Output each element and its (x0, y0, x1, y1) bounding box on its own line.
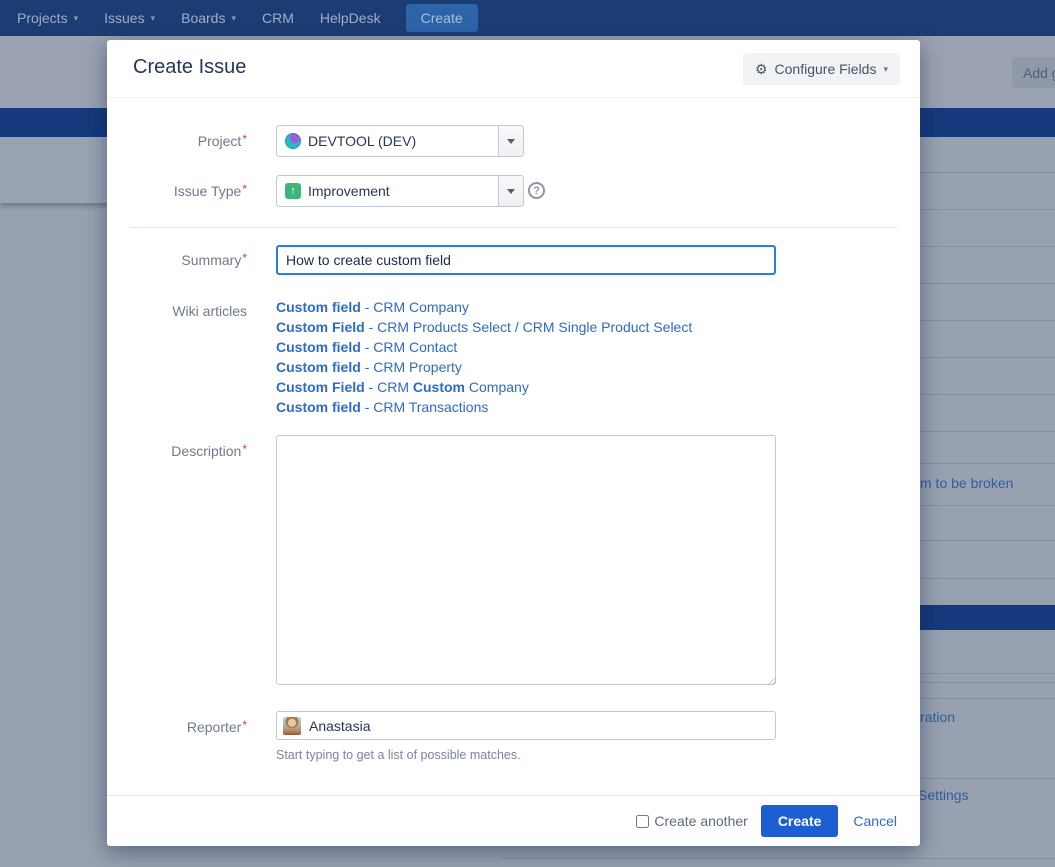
nav-items: Projects▾Issues▾Boards▾CRMHelpDesk (4, 0, 394, 36)
wiki-article-link[interactable]: Custom Field - CRM Products Select / CRM… (276, 317, 836, 337)
project-select[interactable]: DEVTOOL (DEV) (276, 125, 524, 157)
required-indicator: * (242, 718, 247, 732)
nav-item-projects[interactable]: Projects▾ (4, 0, 91, 36)
background-link-settings[interactable]: Settings (918, 787, 969, 803)
nav-item-issues[interactable]: Issues▾ (91, 0, 168, 36)
gear-icon: ⚙ (755, 61, 768, 78)
nav-create-button[interactable]: Create (406, 4, 478, 32)
background-link-configuration[interactable]: ration (920, 709, 955, 725)
chevron-down-icon: ▾ (883, 64, 888, 75)
project-dropdown-button[interactable] (498, 126, 523, 156)
description-label: Description* (107, 443, 247, 461)
reporter-avatar (283, 717, 301, 735)
issue-type-dropdown-button[interactable] (498, 176, 523, 206)
add-gadget-button[interactable]: Add g (1012, 57, 1055, 88)
project-avatar-icon (285, 133, 301, 149)
dropdown-arrow-icon (507, 139, 515, 148)
create-issue-dialog: Create Issue ⚙ Configure Fields ▾ Projec… (107, 40, 920, 846)
chevron-down-icon: ▾ (74, 13, 79, 24)
reporter-label: Reporter* (107, 719, 247, 737)
project-value: DEVTOOL (DEV) (308, 133, 416, 149)
create-another-option: Create another (636, 813, 747, 829)
top-nav-bar: Projects▾Issues▾Boards▾CRMHelpDesk Creat… (0, 0, 1055, 36)
dialog-footer: Create another Create Cancel (107, 795, 920, 846)
required-indicator: * (242, 442, 247, 456)
form-divider (130, 227, 897, 228)
dialog-title: Create Issue (133, 56, 246, 79)
dialog-header: Create Issue ⚙ Configure Fields ▾ (107, 40, 920, 98)
reporter-value: Anastasia (309, 718, 370, 734)
cancel-link[interactable]: Cancel (853, 813, 897, 829)
wiki-article-link[interactable]: Custom field - CRM Transactions (276, 397, 836, 417)
nav-item-helpdesk[interactable]: HelpDesk (307, 0, 394, 36)
reporter-field[interactable]: Anastasia (276, 711, 776, 740)
reporter-hint: Start typing to get a list of possible m… (276, 748, 521, 762)
required-indicator: * (242, 132, 247, 146)
chevron-down-icon: ▾ (231, 13, 236, 24)
wiki-articles-list: Custom field - CRM CompanyCustom Field -… (276, 297, 836, 417)
issue-type-value: Improvement (308, 183, 390, 199)
improvement-type-icon: ↑ (285, 183, 301, 199)
background-row-divider (500, 858, 1055, 859)
wiki-article-link[interactable]: Custom field - CRM Company (276, 297, 836, 317)
create-button[interactable]: Create (761, 805, 839, 837)
create-another-checkbox[interactable] (636, 815, 649, 828)
description-textarea[interactable] (276, 435, 776, 685)
project-label: Project* (107, 133, 247, 151)
summary-input[interactable] (276, 245, 776, 275)
nav-item-boards[interactable]: Boards▾ (168, 0, 249, 36)
background-link-broken-item[interactable]: m to be broken (920, 475, 1013, 491)
nav-item-crm[interactable]: CRM (249, 0, 307, 36)
create-another-label: Create another (654, 813, 747, 829)
chevron-down-icon: ▾ (151, 13, 156, 24)
wiki-article-link[interactable]: Custom field - CRM Property (276, 357, 836, 377)
wiki-articles-label: Wiki articles (107, 303, 247, 320)
issue-type-select[interactable]: ↑ Improvement (276, 175, 524, 207)
configure-fields-button[interactable]: ⚙ Configure Fields ▾ (743, 53, 900, 85)
required-indicator: * (242, 182, 247, 196)
dropdown-arrow-icon (507, 189, 515, 198)
issue-type-label: Issue Type* (107, 183, 247, 201)
help-icon[interactable]: ? (528, 182, 545, 199)
required-indicator: * (242, 251, 247, 265)
configure-fields-label: Configure Fields (775, 61, 877, 77)
wiki-article-link[interactable]: Custom field - CRM Contact (276, 337, 836, 357)
wiki-article-link[interactable]: Custom Field - CRM Custom Company (276, 377, 836, 397)
summary-label: Summary* (107, 252, 247, 270)
